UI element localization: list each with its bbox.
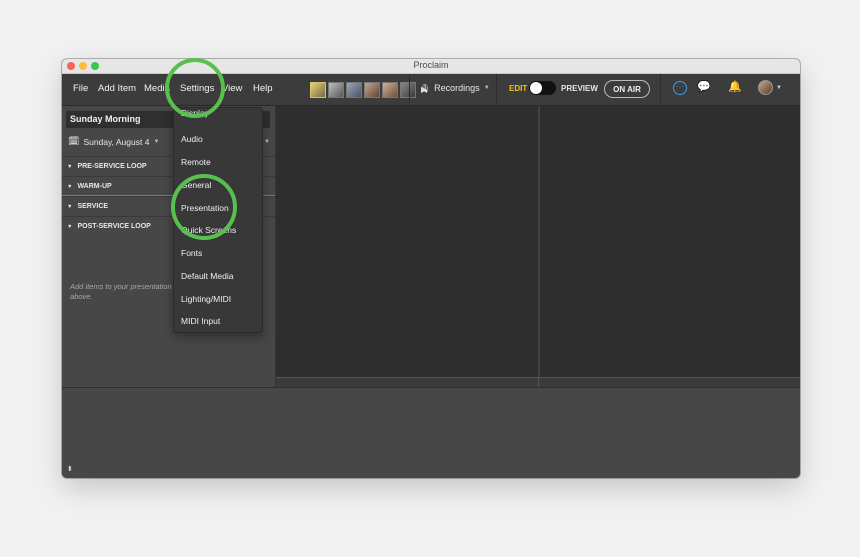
presentation-highlight-circle: [171, 174, 237, 240]
bottom-panel: ⬍: [62, 387, 800, 478]
settings-item-audio[interactable]: Audio: [181, 134, 203, 144]
recordings-dropdown[interactable]: 🎙 Recordings ▼: [420, 83, 490, 93]
settings-item-midi-input[interactable]: MIDI Input: [181, 316, 220, 326]
recordings-label: Recordings: [434, 83, 480, 93]
chevron-down-icon: ▼: [153, 138, 160, 145]
empty-service-hint: Add items to your presentation above.: [70, 282, 172, 301]
preview-mode-label: PREVIEW: [561, 84, 598, 93]
chevron-down-icon[interactable]: ▼: [264, 139, 270, 145]
menu-add-item[interactable]: Add Item: [98, 83, 136, 94]
collapse-triangle-icon: ▼: [67, 164, 73, 170]
chevron-down-icon[interactable]: ▼: [776, 85, 782, 91]
section-label: POST-SERVICE LOOP: [77, 223, 151, 230]
section-label: WARM-UP: [77, 183, 112, 190]
menu-file[interactable]: File: [73, 83, 88, 94]
collapse-triangle-icon: ▼: [67, 184, 73, 190]
chat-bubbles-icon[interactable]: 💬: [697, 80, 711, 93]
settings-item-lighting-midi[interactable]: Lighting/MIDI: [181, 294, 231, 304]
preview-divider: [538, 377, 539, 387]
slide-thumbnail[interactable]: [346, 81, 362, 98]
service-date-picker[interactable]: 🗓 Sunday, August 4 ▼: [68, 136, 159, 147]
toolbar-divider: [496, 74, 497, 106]
slide-thumbnail[interactable]: [328, 81, 344, 98]
slide-thumbnail[interactable]: [400, 81, 416, 98]
expand-icon[interactable]: ⬍: [67, 465, 73, 473]
calendar-icon: 🗓: [68, 136, 80, 146]
ellipsis-chat-icon[interactable]: ···: [673, 81, 687, 95]
toolbar-divider: [660, 74, 661, 106]
collapse-triangle-icon: ▼: [67, 204, 73, 210]
slide-thumbnail[interactable]: [310, 81, 326, 98]
settings-highlight-circle: [165, 58, 225, 118]
section-label: SERVICE: [77, 203, 109, 210]
section-label: PRE-SERVICE LOOP: [77, 163, 147, 170]
bell-icon[interactable]: 🔔: [728, 80, 742, 93]
chevron-down-icon: ▼: [483, 85, 490, 91]
settings-item-fonts[interactable]: Fonts: [181, 248, 202, 258]
slide-thumbnail[interactable]: [364, 81, 380, 98]
on-air-button[interactable]: ON AIR: [604, 80, 650, 98]
collapse-triangle-icon: ▼: [67, 224, 73, 230]
toggle-knob: [530, 82, 542, 94]
microphone-icon: 🎙: [420, 83, 431, 93]
preview-screen-left[interactable]: [276, 106, 538, 377]
menu-view[interactable]: View: [222, 83, 242, 94]
edit-preview-toggle[interactable]: [529, 81, 556, 95]
avatar[interactable]: [758, 80, 773, 95]
slide-thumbnail[interactable]: [382, 81, 398, 98]
edit-mode-label: EDIT: [509, 84, 528, 93]
service-date: Sunday, August 4: [83, 136, 150, 147]
menu-help[interactable]: Help: [253, 83, 273, 94]
toolbar-divider: [409, 74, 410, 106]
preview-screen-right[interactable]: [539, 106, 800, 377]
settings-item-default-media[interactable]: Default Media: [181, 271, 233, 281]
settings-item-remote[interactable]: Remote: [181, 157, 211, 167]
